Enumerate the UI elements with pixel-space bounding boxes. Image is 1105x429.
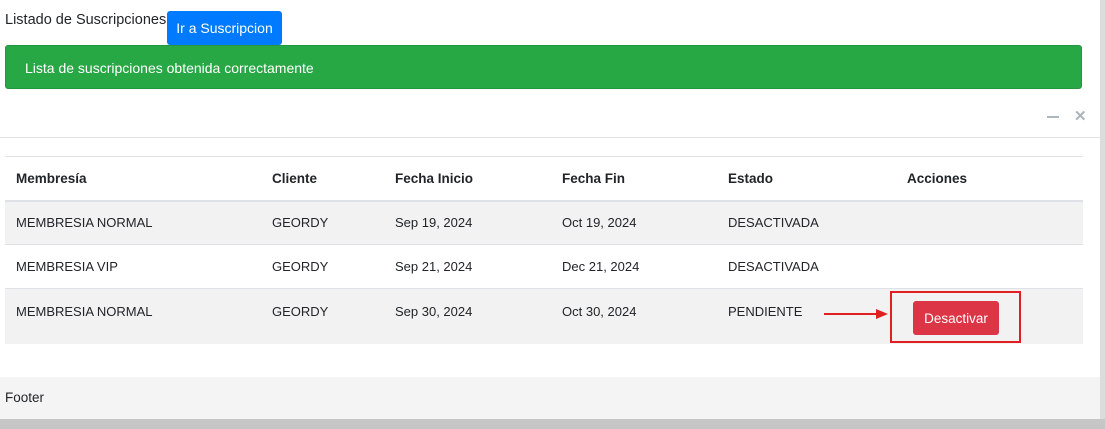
- cell-fecha-inicio: Sep 30, 2024: [395, 304, 473, 319]
- cell-membresia: MEMBRESIA NORMAL: [16, 304, 153, 319]
- footer: Footer: [0, 377, 1100, 419]
- annotation-arrow-icon: [824, 309, 888, 319]
- column-header-membresia: Membresía: [16, 170, 87, 186]
- cell-estado: DESACTIVADA: [728, 259, 819, 274]
- cell-cliente: GEORDY: [272, 259, 329, 274]
- cell-acciones: [896, 245, 1083, 289]
- column-header-fecha-inicio: Fecha Inicio: [395, 170, 474, 186]
- column-header-acciones: Acciones: [907, 170, 968, 186]
- column-header-estado: Estado: [728, 170, 774, 186]
- card-divider: [0, 137, 1100, 138]
- cell-cliente: GEORDY: [272, 304, 329, 319]
- column-header-cliente: Cliente: [272, 170, 318, 186]
- goto-subscription-button[interactable]: Ir a Suscripcion: [167, 11, 282, 45]
- page-title: Listado de Suscripciones: [5, 12, 167, 28]
- cell-membresia: MEMBRESIA NORMAL: [16, 215, 153, 231]
- table-row: MEMBRESIA NORMAL GEORDY Sep 19, 2024 Oct…: [5, 200, 1083, 245]
- cell-acciones: [896, 201, 1083, 245]
- table-row: MEMBRESIA NORMAL GEORDY Sep 30, 2024 Oct…: [5, 288, 1083, 344]
- success-alert: Lista de suscripciones obtenida correcta…: [5, 45, 1082, 89]
- cell-fecha-fin: Dec 21, 2024: [562, 259, 640, 274]
- table-header-row: Membresía Cliente Fecha Inicio Fecha Fin…: [5, 156, 1083, 201]
- cell-membresia: MEMBRESIA VIP: [16, 259, 118, 274]
- cell-fecha-fin: Oct 30, 2024: [562, 304, 637, 319]
- cell-fecha-inicio: Sep 21, 2024: [395, 259, 473, 274]
- cell-estado: DESACTIVADA: [728, 215, 819, 231]
- deactivate-button[interactable]: Desactivar: [913, 301, 999, 335]
- bottom-edge: [0, 419, 1105, 429]
- minus-icon[interactable]: [1047, 116, 1059, 118]
- cell-fecha-fin: Oct 19, 2024: [562, 215, 637, 231]
- table-row: MEMBRESIA VIP GEORDY Sep 21, 2024 Dec 21…: [5, 245, 1083, 289]
- cell-fecha-inicio: Sep 19, 2024: [395, 215, 473, 231]
- close-icon[interactable]: ✕: [1074, 107, 1087, 125]
- page: Listado de Suscripciones Ir a Suscripcio…: [0, 0, 1100, 419]
- cell-cliente: GEORDY: [272, 215, 329, 231]
- scrollbar-track[interactable]: [1100, 0, 1105, 429]
- column-header-fecha-fin: Fecha Fin: [562, 170, 626, 186]
- cell-acciones: Desactivar: [896, 289, 1083, 344]
- subscriptions-table: Membresía Cliente Fecha Inicio Fecha Fin…: [5, 156, 1083, 344]
